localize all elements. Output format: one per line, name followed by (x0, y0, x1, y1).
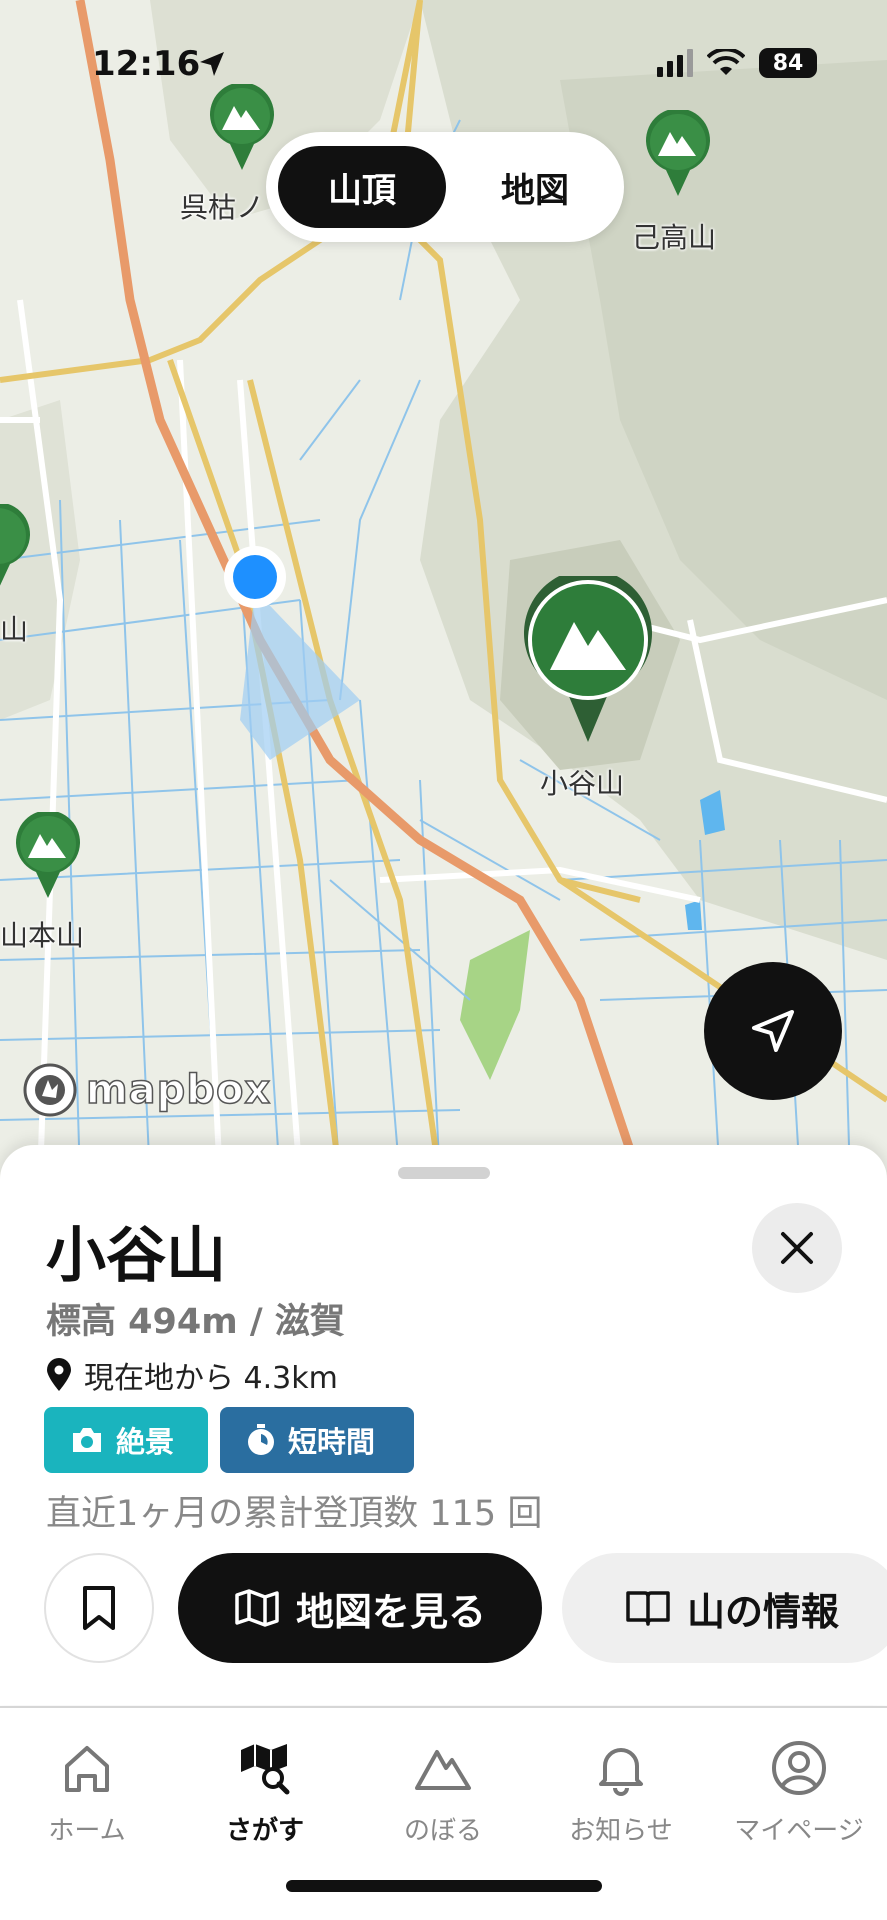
map-pin-icon (47, 1358, 71, 1391)
status-time: 12:16 (92, 44, 201, 84)
battery-indicator: 84 (759, 48, 817, 78)
wifi-icon (707, 49, 745, 75)
location-arrow-icon (200, 52, 224, 76)
tab-label: マイページ (734, 1816, 864, 1846)
close-button[interactable] (752, 1203, 842, 1293)
summit-count-text: 直近1ヶ月の累計登頂数 115 回 (46, 1494, 543, 1534)
tab-home[interactable]: ホーム (2, 1736, 172, 1847)
view-toggle: 山頂 地図 (266, 132, 624, 242)
bell-icon (599, 1748, 643, 1796)
mapbox-logo: mapbox (22, 1062, 271, 1118)
tab-notifications[interactable]: お知らせ (536, 1736, 706, 1847)
peak-label: 呉枯ノ (180, 191, 265, 224)
tab-search[interactable]: さがす (180, 1736, 350, 1847)
peak-detail-sheet: 小谷山 標高 494m / 滋賀 現在地から 4.3km 絶景 短時間 直近1ヶ… (0, 1145, 887, 1705)
view-map-label: 地図を見る (295, 1589, 486, 1634)
map-search-icon (241, 1744, 290, 1795)
locate-me-button[interactable] (704, 962, 842, 1100)
tag-scenic: 絶景 (44, 1407, 208, 1473)
current-location-icon (224, 546, 286, 608)
tag-list: 絶景 短時間 (44, 1407, 414, 1473)
distance-text: 現在地から 4.3km (84, 1361, 338, 1396)
mountain-info-button[interactable]: 山の情報 (562, 1553, 887, 1663)
mountain-outline-icon (415, 1750, 471, 1790)
tag-short-time: 短時間 (220, 1407, 414, 1473)
status-icons: 84 (657, 48, 817, 78)
tab-label: お知らせ (569, 1816, 673, 1846)
bookmark-icon (83, 1586, 115, 1630)
peak-label: 山 (0, 613, 29, 646)
toggle-map[interactable]: 地図 (458, 146, 612, 228)
elevation-text: 標高 494m / 滋賀 (46, 1302, 345, 1342)
map-view[interactable]: 呉枯ノ 己高山 小谷山 山本山 山 12:16 84 山頂 地図 mapbox (0, 0, 887, 1180)
signal-icon (657, 49, 693, 77)
tab-label: さがす (225, 1816, 304, 1846)
close-icon (781, 1232, 813, 1264)
mountain-pin-selected-icon[interactable] (520, 576, 656, 744)
peak-title: 小谷山 (46, 1221, 226, 1291)
mountain-pin-icon[interactable] (208, 84, 276, 172)
toggle-summit[interactable]: 山頂 (278, 146, 446, 228)
peak-label: 己高山 (632, 221, 717, 254)
tag-label: 絶景 (116, 1425, 175, 1459)
peak-label: 山本山 (0, 919, 85, 952)
sheet-grabber[interactable] (398, 1167, 490, 1179)
tab-label: ホーム (48, 1816, 126, 1846)
mountain-pin-icon[interactable] (0, 504, 32, 592)
view-map-button[interactable]: 地図を見る (178, 1553, 542, 1663)
book-icon (626, 1591, 670, 1626)
distance-row: 現在地から 4.3km (46, 1353, 338, 1397)
tab-mypage[interactable]: マイページ (714, 1736, 884, 1847)
selected-peak-label: 小谷山 (540, 767, 625, 800)
mapbox-wordmark: mapbox (85, 1066, 272, 1114)
user-circle-icon (772, 1741, 826, 1795)
bookmark-button[interactable] (44, 1553, 154, 1663)
camera-icon (73, 1428, 101, 1452)
tab-climb[interactable]: のぼる (358, 1736, 528, 1847)
map-icon (235, 1589, 279, 1627)
action-buttons: 地図を見る 山の情報 (44, 1553, 887, 1665)
home-indicator (286, 1880, 602, 1892)
tab-label: のぼる (403, 1816, 482, 1846)
mapbox-icon (23, 1063, 77, 1117)
navigation-arrow-icon (752, 1010, 794, 1052)
mountain-pin-icon[interactable] (14, 812, 82, 900)
mountain-info-label: 山の情報 (686, 1589, 839, 1634)
tag-label: 短時間 (288, 1425, 376, 1459)
stopwatch-icon (248, 1424, 274, 1455)
mountain-pin-icon[interactable] (644, 110, 712, 198)
home-icon (65, 1746, 109, 1792)
